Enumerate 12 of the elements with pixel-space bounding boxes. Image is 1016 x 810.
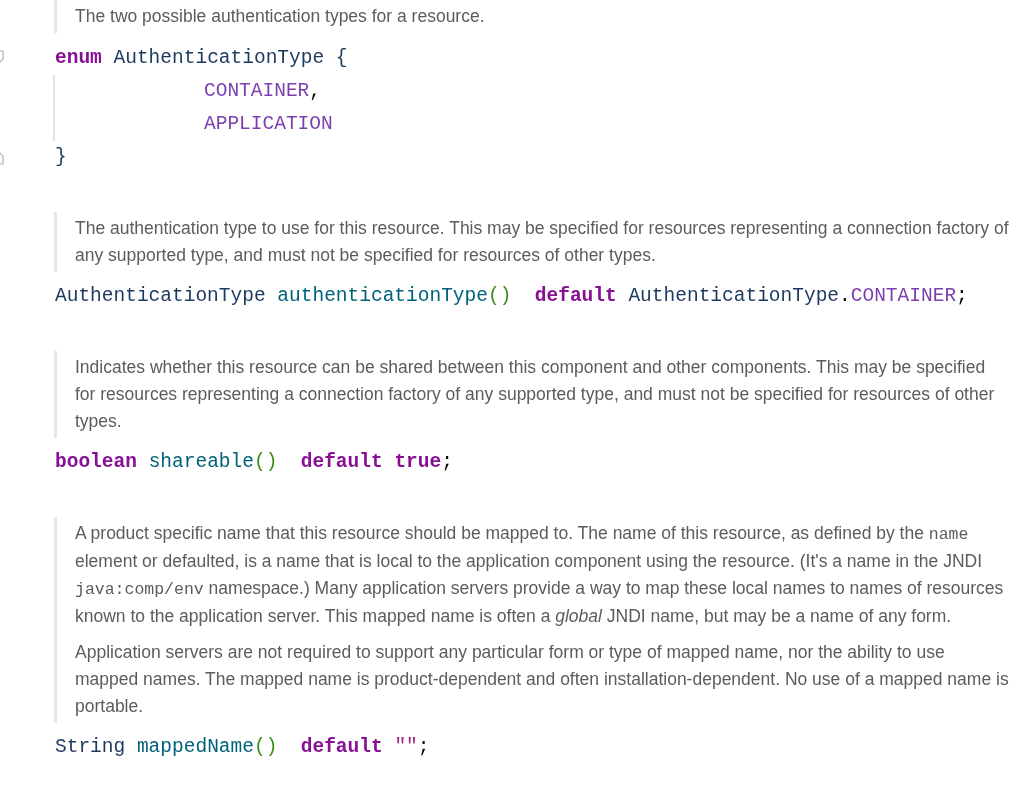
code-line: AuthenticationType authenticationType() default AuthenticationType.CONTAINER; (55, 283, 968, 309)
code-line: enum AuthenticationType { (55, 45, 348, 71)
code-line: String mappedName() default ""; (55, 734, 430, 760)
doc-paragraph: Indicates whether this resource can be shared between this component and other components. This may be specified for resources representing a connection factory of any supported type, and must not be specified for resources of other types. (75, 356, 996, 433)
code-line: APPLICATION (204, 111, 333, 137)
doc-paragraph: Application servers are not required to support any particular form or type of mapped name, nor the ability to use mapped names. The mapped name is product-dependent and often installation-dependent. No use of a mapped name is portable. (75, 641, 1010, 718)
doc-paragraph: The two possible authentication types for a resource. (75, 5, 486, 28)
code-line: boolean shareable() default true; (55, 449, 453, 475)
code-line: CONTAINER, (204, 78, 322, 104)
doc-paragraph: A product specific name that this resource should be mapped to. The name of this resource, as defined by the name element or defaulted, is a name that is local to the application component using the resource. (It's a name in the JNDI java:comp/env namespace.) Many application servers provide a way to map these local names to names of resources known to the application server. This mapped name is often a global JNDI name, but may be a name of any form. (75, 522, 1005, 628)
doc-paragraph: The authentication type to use for this resource. This may be specified for resources representing a connection factory of any supported type, and must not be specified for resources of other types. (75, 217, 1010, 267)
code-line: } (55, 144, 67, 170)
